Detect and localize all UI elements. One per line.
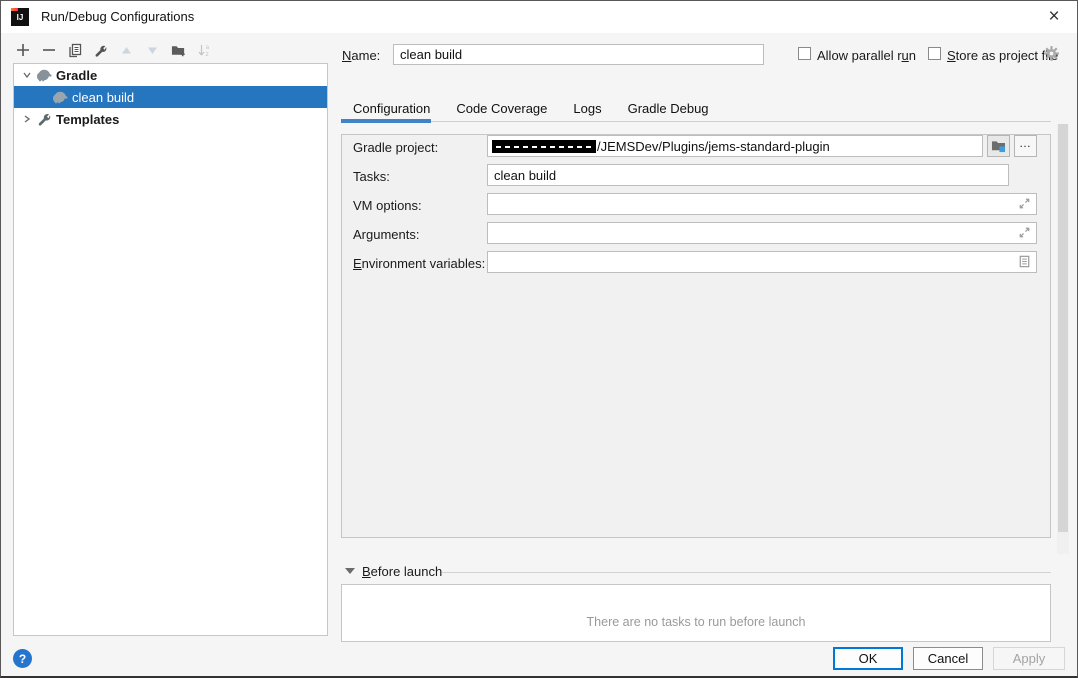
browse-ellipsis-button[interactable]: …	[1014, 135, 1037, 157]
before-launch-rule	[442, 572, 1051, 573]
name-label: Name:	[342, 48, 380, 63]
active-tab-underline	[341, 119, 431, 123]
wrench-icon	[36, 111, 52, 127]
redacted-path-segment	[492, 140, 596, 153]
before-launch-task-list[interactable]: There are no tasks to run before launch	[341, 584, 1051, 642]
scrollbar-thumb[interactable]	[1058, 124, 1068, 532]
gradle-project-label: Gradle project:	[353, 140, 438, 155]
tree-item-label: Templates	[56, 112, 119, 127]
collapse-triangle-icon[interactable]	[345, 568, 355, 574]
environment-variables-label: Environment variables:	[353, 256, 485, 271]
svg-text:a: a	[206, 44, 210, 51]
sort-configurations-icon[interactable]: a z	[197, 43, 212, 58]
tab-code-coverage[interactable]: Code Coverage	[456, 101, 547, 116]
add-icon[interactable]	[15, 43, 30, 58]
chevron-right-icon[interactable]	[22, 114, 32, 124]
cancel-button[interactable]: Cancel	[913, 647, 983, 670]
new-folder-icon[interactable]	[171, 43, 186, 58]
gradle-icon	[52, 89, 68, 105]
browse-variables-list-icon[interactable]	[1017, 254, 1032, 269]
tree-item-label: clean build	[72, 90, 134, 105]
allow-parallel-run-label: Allow parallel run	[817, 48, 916, 63]
tree-item-label: Gradle	[56, 68, 97, 83]
gradle-project-path: /JEMSDev/Plugins/jems-standard-plugin	[597, 139, 830, 154]
arguments-label: Arguments:	[353, 227, 419, 242]
gradle-project-field[interactable]: /JEMSDev/Plugins/jems-standard-plugin	[487, 135, 983, 157]
dialog-title: Run/Debug Configurations	[41, 9, 194, 24]
configurations-toolbar: a z	[15, 40, 212, 60]
copy-icon[interactable]	[67, 43, 82, 58]
before-launch-empty-text: There are no tasks to run before launch	[587, 615, 806, 629]
vertical-scrollbar[interactable]	[1057, 124, 1069, 554]
edit-templates-wrench-icon[interactable]	[93, 43, 108, 58]
store-settings-gear-icon[interactable]	[1043, 45, 1060, 62]
before-launch-label[interactable]: Before launch	[362, 564, 442, 579]
environment-variables-input[interactable]	[487, 251, 1037, 273]
tasks-label: Tasks:	[353, 169, 390, 184]
store-as-project-file-checkbox[interactable]	[928, 47, 941, 60]
tab-logs[interactable]: Logs	[573, 101, 601, 116]
help-icon[interactable]: ?	[13, 649, 32, 668]
ok-button[interactable]: OK	[833, 647, 903, 670]
tab-gradle-debug[interactable]: Gradle Debug	[628, 101, 709, 116]
expand-field-icon[interactable]	[1017, 225, 1032, 240]
apply-button[interactable]: Apply	[993, 647, 1065, 670]
vm-options-label: VM options:	[353, 198, 422, 213]
store-as-project-file-label: Store as project file	[947, 48, 1058, 63]
tree-item-gradle[interactable]: Gradle	[14, 64, 327, 86]
gradle-icon	[36, 67, 52, 83]
arguments-input[interactable]	[487, 222, 1037, 244]
title-bar: IJ Run/Debug Configurations ×	[1, 1, 1077, 33]
choose-gradle-project-button[interactable]	[987, 135, 1010, 157]
vm-options-input[interactable]	[487, 193, 1037, 215]
configurations-tree: Gradle clean build Templates	[13, 63, 328, 636]
run-debug-configurations-dialog: IJ Run/Debug Configurations ×	[0, 0, 1078, 678]
expand-field-icon[interactable]	[1017, 196, 1032, 211]
allow-parallel-run-checkbox[interactable]	[798, 47, 811, 60]
close-icon[interactable]: ×	[1031, 1, 1077, 33]
tasks-input[interactable]	[487, 164, 1009, 186]
name-input[interactable]	[393, 44, 764, 65]
move-down-icon[interactable]	[145, 43, 160, 58]
chevron-down-icon[interactable]	[22, 70, 32, 80]
folder-with-blue-square-icon	[991, 139, 1006, 153]
tree-item-templates[interactable]: Templates	[14, 108, 327, 130]
tree-item-clean-build[interactable]: clean build	[14, 86, 327, 108]
config-tabs: Configuration Code Coverage Logs Gradle …	[353, 101, 709, 116]
remove-icon[interactable]	[41, 43, 56, 58]
move-up-icon[interactable]	[119, 43, 134, 58]
intellij-logo-icon: IJ	[11, 8, 29, 26]
tab-separator	[341, 121, 1051, 122]
svg-text:z: z	[206, 51, 209, 58]
tab-configuration[interactable]: Configuration	[353, 101, 430, 116]
